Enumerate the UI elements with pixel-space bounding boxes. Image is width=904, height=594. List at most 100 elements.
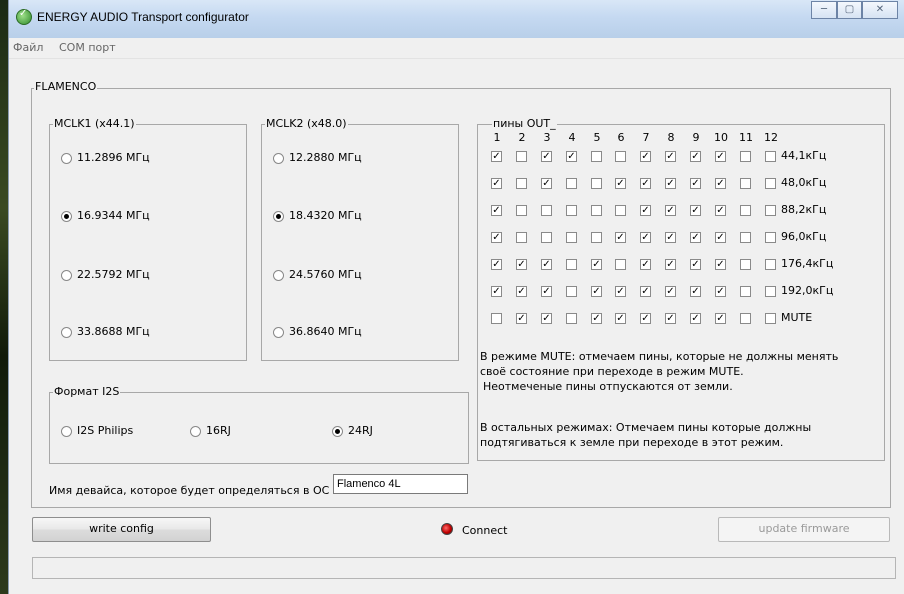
pin-checkbox[interactable] — [765, 178, 776, 189]
pin-checkbox[interactable]: ✓ — [715, 151, 726, 162]
pin-checkbox[interactable] — [516, 232, 527, 243]
maximize-button[interactable]: ▢ — [837, 1, 862, 19]
i2s-radio-2[interactable] — [190, 426, 201, 437]
pin-checkbox[interactable]: ✓ — [615, 178, 626, 189]
mclk2-radio-1[interactable] — [273, 153, 284, 164]
pin-checkbox[interactable] — [566, 178, 577, 189]
pin-checkbox[interactable]: ✓ — [541, 151, 552, 162]
pin-checkbox[interactable]: ✓ — [665, 286, 676, 297]
pin-checkbox[interactable] — [591, 205, 602, 216]
pin-checkbox[interactable]: ✓ — [591, 313, 602, 324]
mclk2-radio-4[interactable] — [273, 327, 284, 338]
i2s-radio-3[interactable] — [332, 426, 343, 437]
pin-checkbox[interactable]: ✓ — [640, 205, 651, 216]
pin-checkbox[interactable] — [516, 178, 527, 189]
pin-checkbox[interactable]: ✓ — [715, 259, 726, 270]
pin-checkbox[interactable]: ✓ — [665, 232, 676, 243]
pin-checkbox[interactable]: ✓ — [715, 313, 726, 324]
pin-checkbox[interactable] — [740, 205, 751, 216]
close-button[interactable]: ✕ — [862, 1, 898, 19]
pin-checkbox[interactable] — [591, 232, 602, 243]
pin-checkbox[interactable] — [615, 205, 626, 216]
pin-checkbox[interactable]: ✓ — [665, 151, 676, 162]
pin-checkbox[interactable]: ✓ — [690, 178, 701, 189]
pin-checkbox[interactable] — [491, 313, 502, 324]
pin-checkbox[interactable]: ✓ — [690, 151, 701, 162]
pin-checkbox[interactable] — [566, 205, 577, 216]
pin-checkbox[interactable] — [566, 259, 577, 270]
pin-checkbox[interactable] — [740, 313, 751, 324]
pin-checkbox[interactable]: ✓ — [690, 232, 701, 243]
pin-checkbox[interactable]: ✓ — [591, 286, 602, 297]
pin-checkbox[interactable]: ✓ — [690, 313, 701, 324]
pin-checkbox[interactable]: ✓ — [541, 313, 552, 324]
pin-checkbox[interactable]: ✓ — [491, 286, 502, 297]
pin-checkbox[interactable]: ✓ — [615, 232, 626, 243]
pin-checkbox[interactable] — [740, 232, 751, 243]
pin-checkbox[interactable] — [765, 313, 776, 324]
pin-checkbox[interactable]: ✓ — [491, 178, 502, 189]
pin-checkbox[interactable]: ✓ — [665, 259, 676, 270]
pin-checkbox[interactable] — [591, 178, 602, 189]
pin-checkbox[interactable]: ✓ — [690, 205, 701, 216]
pin-checkbox[interactable]: ✓ — [665, 205, 676, 216]
pin-checkbox[interactable]: ✓ — [715, 205, 726, 216]
pin-checkbox[interactable] — [740, 286, 751, 297]
pin-checkbox[interactable] — [765, 286, 776, 297]
pin-checkbox[interactable]: ✓ — [640, 286, 651, 297]
pin-checkbox[interactable] — [740, 178, 751, 189]
pin-checkbox[interactable] — [591, 151, 602, 162]
minimize-button[interactable]: ─ — [811, 1, 837, 19]
pin-checkbox[interactable]: ✓ — [566, 151, 577, 162]
pin-checkbox[interactable]: ✓ — [615, 313, 626, 324]
mclk1-radio-4[interactable] — [61, 327, 72, 338]
pin-checkbox[interactable]: ✓ — [516, 259, 527, 270]
pin-checkbox[interactable]: ✓ — [541, 259, 552, 270]
pin-checkbox[interactable]: ✓ — [715, 178, 726, 189]
pin-checkbox[interactable] — [765, 151, 776, 162]
pin-checkbox[interactable] — [541, 232, 552, 243]
pin-checkbox[interactable] — [516, 151, 527, 162]
pin-checkbox[interactable]: ✓ — [591, 259, 602, 270]
mclk1-radio-2[interactable] — [61, 211, 72, 222]
pin-checkbox[interactable]: ✓ — [690, 286, 701, 297]
pin-checkbox[interactable]: ✓ — [516, 313, 527, 324]
i2s-radio-1[interactable] — [61, 426, 72, 437]
pin-checkbox[interactable] — [740, 259, 751, 270]
pin-checkbox[interactable]: ✓ — [665, 178, 676, 189]
menu-file[interactable]: Файл — [13, 41, 43, 54]
pin-checkbox[interactable] — [765, 259, 776, 270]
pin-checkbox[interactable]: ✓ — [491, 232, 502, 243]
pin-checkbox[interactable]: ✓ — [516, 286, 527, 297]
pin-checkbox[interactable]: ✓ — [715, 232, 726, 243]
pin-checkbox[interactable]: ✓ — [491, 151, 502, 162]
pin-checkbox[interactable]: ✓ — [640, 151, 651, 162]
write-config-button[interactable]: write config — [32, 517, 211, 542]
mclk2-radio-3[interactable] — [273, 270, 284, 281]
pin-checkbox[interactable]: ✓ — [640, 178, 651, 189]
device-name-input[interactable] — [333, 474, 468, 494]
pin-checkbox[interactable] — [516, 205, 527, 216]
menu-com-port[interactable]: COM порт — [59, 41, 116, 54]
update-firmware-button[interactable]: update firmware — [718, 517, 890, 542]
pin-checkbox[interactable] — [765, 232, 776, 243]
pin-checkbox[interactable] — [566, 286, 577, 297]
pin-checkbox[interactable]: ✓ — [491, 205, 502, 216]
pin-checkbox[interactable]: ✓ — [665, 313, 676, 324]
mclk1-radio-3[interactable] — [61, 270, 72, 281]
pin-checkbox[interactable]: ✓ — [615, 286, 626, 297]
pin-checkbox[interactable]: ✓ — [491, 259, 502, 270]
pin-checkbox[interactable]: ✓ — [640, 313, 651, 324]
pin-checkbox[interactable] — [765, 205, 776, 216]
pin-checkbox[interactable]: ✓ — [640, 232, 651, 243]
pin-checkbox[interactable] — [566, 232, 577, 243]
mclk2-radio-2[interactable] — [273, 211, 284, 222]
pin-checkbox[interactable] — [615, 259, 626, 270]
mclk1-radio-1[interactable] — [61, 153, 72, 164]
pin-checkbox[interactable] — [566, 313, 577, 324]
pin-checkbox[interactable]: ✓ — [715, 286, 726, 297]
pin-checkbox[interactable] — [740, 151, 751, 162]
pin-checkbox[interactable] — [615, 151, 626, 162]
pin-checkbox[interactable] — [541, 205, 552, 216]
pin-checkbox[interactable]: ✓ — [541, 178, 552, 189]
